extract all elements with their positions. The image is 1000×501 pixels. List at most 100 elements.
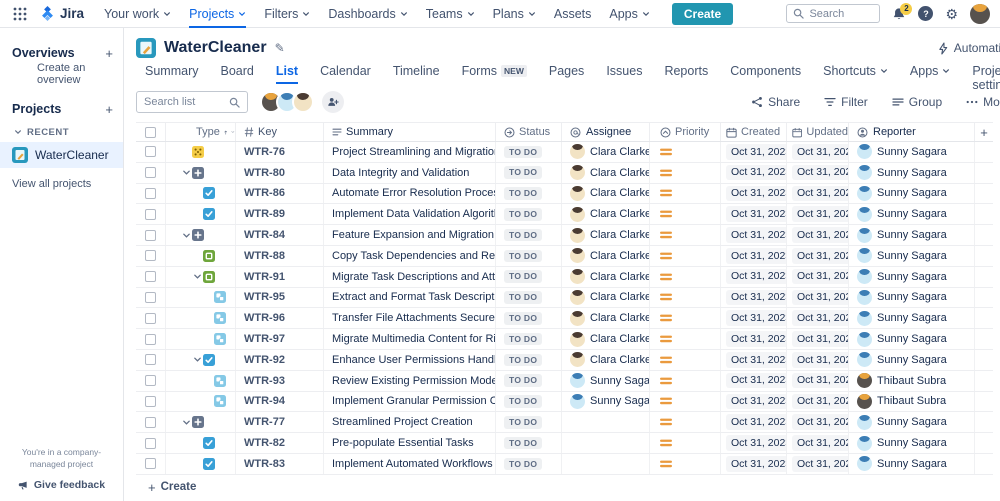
share-button[interactable]: Share [751,95,800,109]
issue-created-cell[interactable]: Oct 31, 2023 [721,246,787,266]
expand-chevron-icon[interactable] [180,418,192,427]
issue-status-cell[interactable]: TO DO [496,308,562,328]
issue-assignee-cell[interactable]: Clara Clarke [562,267,650,287]
issue-type-cell[interactable] [166,308,236,328]
tab-components[interactable]: Components [721,62,810,84]
row-checkbox[interactable] [145,250,156,261]
issue-summary[interactable]: Implement Automated Workflows [324,454,496,474]
issue-assignee-cell[interactable]: Clara Clarke [562,308,650,328]
group-button[interactable]: Group [892,95,942,109]
issue-summary[interactable]: Review Existing Permission Models [324,371,496,391]
column-header-reporter[interactable]: Reporter [849,123,975,141]
table-row[interactable]: WTR-94Implement Granular Permission Cont… [136,392,993,413]
row-checkbox[interactable] [145,271,156,282]
issue-status-cell[interactable]: TO DO [496,392,562,412]
issue-created-cell[interactable]: Oct 31, 2023 [721,433,787,453]
status-badge[interactable]: TO DO [504,437,542,450]
status-badge[interactable]: TO DO [504,291,542,304]
nav-teams[interactable]: Teams [418,0,483,28]
status-badge[interactable]: TO DO [504,229,542,242]
table-row[interactable]: WTR-96Transfer File Attachments Securely… [136,308,993,329]
issue-type-cell[interactable] [166,225,236,245]
issue-type-cell[interactable] [166,288,236,308]
tab-shortcuts[interactable]: Shortcuts [814,62,897,84]
issue-assignee-cell[interactable]: Clara Clarke [562,246,650,266]
nav-dashboards[interactable]: Dashboards [320,0,415,28]
issue-updated-cell[interactable]: Oct 31, 2023 [787,225,849,245]
issue-created-cell[interactable]: Oct 31, 2023 [721,350,787,370]
tab-issues[interactable]: Issues [597,62,651,84]
nav-filters[interactable]: Filters [256,0,318,28]
column-header-updated[interactable]: Updated [787,123,849,141]
issue-summary[interactable]: Extract and Format Task Descriptions [324,288,496,308]
issue-type-cell[interactable] [166,204,236,224]
issue-summary[interactable]: Migrate Multimedia Content for Rich Cont… [324,329,496,349]
nav-your-work[interactable]: Your work [96,0,179,28]
add-column-button[interactable]: + [975,123,993,141]
issue-summary[interactable]: Copy Task Dependencies and Relationships [324,246,496,266]
issue-reporter-cell[interactable]: Sunny Sagara [849,329,975,349]
tab-forms[interactable]: FormsNEW [453,62,536,84]
column-header-summary[interactable]: Summary [324,123,496,141]
row-checkbox[interactable] [145,230,156,241]
issue-key[interactable]: WTR-96 [236,308,324,328]
issue-summary[interactable]: Feature Expansion and Migration [324,225,496,245]
issue-summary[interactable]: Transfer File Attachments Securely [324,308,496,328]
row-checkbox[interactable] [145,167,156,178]
table-row[interactable]: WTR-92Enhance User Permissions HandlingT… [136,350,993,371]
issue-status-cell[interactable]: TO DO [496,142,562,162]
table-row[interactable]: WTR-86Automate Error Resolution ProcessT… [136,184,993,205]
issue-status-cell[interactable]: TO DO [496,204,562,224]
column-header-assignee[interactable]: Assignee [562,123,650,141]
issue-key[interactable]: WTR-80 [236,163,324,183]
issue-reporter-cell[interactable]: Sunny Sagara [849,308,975,328]
issue-summary[interactable]: Migrate Task Descriptions and Attachment… [324,267,496,287]
issue-assignee-cell[interactable]: Clara Clarke [562,350,650,370]
issue-reporter-cell[interactable]: Sunny Sagara [849,163,975,183]
help-button[interactable]: ? [918,6,933,21]
expand-chevron-icon[interactable] [191,355,203,364]
issue-key[interactable]: WTR-83 [236,454,324,474]
add-overview-button[interactable]: + [105,46,113,61]
tab-reports[interactable]: Reports [655,62,717,84]
tab-pages[interactable]: Pages [540,62,593,84]
issue-updated-cell[interactable]: Oct 31, 2023 [787,142,849,162]
issue-summary[interactable]: Enhance User Permissions Handling [324,350,496,370]
issue-status-cell[interactable]: TO DO [496,329,562,349]
row-checkbox[interactable] [145,354,156,365]
status-badge[interactable]: TO DO [504,458,542,471]
select-all-checkbox[interactable] [145,127,156,138]
table-row[interactable]: WTR-95Extract and Format Task Descriptio… [136,288,993,309]
filter-button[interactable]: Filter [824,95,868,109]
issue-priority-cell[interactable] [650,329,721,349]
issue-reporter-cell[interactable]: Sunny Sagara [849,350,975,370]
nav-apps[interactable]: Apps [601,0,658,28]
issue-summary[interactable]: Implement Granular Permission Controls [324,392,496,412]
issue-type-cell[interactable] [166,392,236,412]
issue-key[interactable]: WTR-92 [236,350,324,370]
issue-status-cell[interactable]: TO DO [496,184,562,204]
add-project-button[interactable]: + [105,102,113,117]
issue-reporter-cell[interactable]: Sunny Sagara [849,454,975,474]
issue-reporter-cell[interactable]: Sunny Sagara [849,184,975,204]
issue-updated-cell[interactable]: Oct 31, 2023 [787,267,849,287]
notifications-button[interactable]: 2 [892,7,906,21]
issue-priority-cell[interactable] [650,267,721,287]
status-badge[interactable]: TO DO [504,416,542,429]
issue-created-cell[interactable]: Oct 31, 2023 [721,225,787,245]
issue-updated-cell[interactable]: Oct 31, 2023 [787,433,849,453]
row-checkbox[interactable] [145,417,156,428]
jira-logo[interactable]: Jira [38,6,90,21]
issue-created-cell[interactable]: Oct 31, 2023 [721,267,787,287]
issue-priority-cell[interactable] [650,454,721,474]
create-issue-button[interactable]: + Create [148,478,993,496]
issue-created-cell[interactable]: Oct 31, 2023 [721,308,787,328]
issue-key[interactable]: WTR-84 [236,225,324,245]
issue-summary[interactable]: Automate Error Resolution Process [324,184,496,204]
issue-assignee-cell[interactable]: Clara Clarke [562,204,650,224]
add-person-button[interactable] [322,91,344,113]
issue-key[interactable]: WTR-82 [236,433,324,453]
row-checkbox[interactable] [145,313,156,324]
issue-type-cell[interactable] [166,454,236,474]
table-row[interactable]: WTR-77Streamlined Project CreationTO DOO… [136,412,993,433]
